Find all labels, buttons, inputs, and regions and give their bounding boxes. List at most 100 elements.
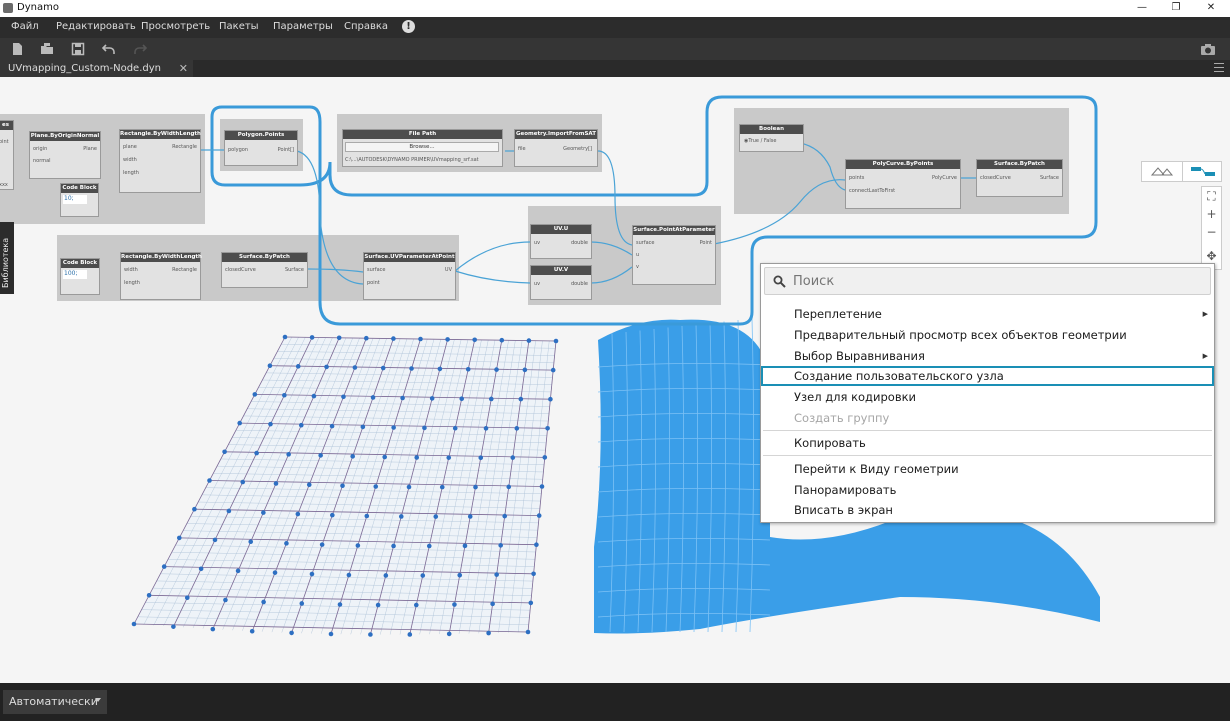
node-rectangle-by-width-length-1[interactable]: Rectangle.ByWidthLength plane width leng…	[119, 129, 201, 193]
node-geometry-import-from-sat[interactable]: Geometry.ImportFromSAT file Geometry[]	[514, 129, 598, 167]
port-rectangle-out[interactable]: Rectangle	[172, 144, 197, 150]
node-file-path[interactable]: File Path Browse... C:\...\AUTODESK\DYNA…	[342, 129, 503, 167]
port-polycurve-out[interactable]: PolyCurve	[932, 175, 957, 181]
library-side-tab[interactable]: Библиотека	[0, 222, 14, 294]
port-width[interactable]: width	[123, 157, 137, 163]
node-boolean[interactable]: Boolean ◉True / False	[739, 124, 804, 152]
port-closed-curve[interactable]: closedCurve	[225, 267, 256, 273]
node-code-block-1[interactable]: Code Block 10;	[60, 183, 99, 217]
radio-true[interactable]: ◉True / False	[744, 138, 776, 144]
context-search-box[interactable]	[764, 267, 1211, 295]
browse-button[interactable]: Browse...	[345, 142, 499, 152]
node-rectangle-by-width-length-2[interactable]: Rectangle.ByWidthLength width length Rec…	[120, 252, 202, 300]
port-points[interactable]: points	[849, 175, 864, 181]
option-true-label: True	[748, 138, 759, 144]
port-width[interactable]: width	[124, 267, 138, 273]
menu-view[interactable]: Просмотреть	[141, 21, 210, 32]
node-uv-v[interactable]: UV.V uv double	[530, 265, 592, 300]
tabs-menu-icon[interactable]	[1214, 63, 1224, 72]
port-length[interactable]: length	[124, 280, 140, 286]
port-surface-out[interactable]: Surface	[285, 267, 304, 273]
status-bar: Автоматически	[0, 683, 1230, 721]
menu-help[interactable]: Справка	[344, 21, 388, 32]
redo-icon[interactable]	[133, 42, 147, 56]
port-uv[interactable]: uv	[534, 281, 540, 287]
tab-bar: UVmapping_Custom-Node.dyn ✕	[0, 60, 1230, 77]
menu-item-lacing[interactable]: Переплетение ▶	[761, 304, 1214, 324]
node-plane-by-origin-normal[interactable]: Plane.ByOriginNormal origin normal Plane	[29, 131, 101, 179]
zoom-out-icon[interactable]: −	[1202, 225, 1221, 239]
node-code-block-2[interactable]: Code Block 100;	[60, 258, 100, 295]
minimize-button[interactable]: —	[1127, 0, 1157, 17]
port-length[interactable]: length	[123, 170, 139, 176]
node-uv-u[interactable]: UV.U uv double	[530, 224, 592, 259]
port-points-out[interactable]: Point[]	[278, 147, 294, 153]
undo-icon[interactable]	[102, 42, 116, 56]
menu-packages[interactable]: Пакеты	[219, 21, 259, 32]
toolbar	[0, 38, 1230, 60]
port-point[interactable]: point	[367, 280, 380, 286]
menu-bar: Файл Редактировать Просмотреть Пакеты Па…	[0, 17, 1230, 38]
node-surface-by-patch-1[interactable]: Surface.ByPatch closedCurve Surface	[221, 252, 308, 288]
menu-item-node-to-code[interactable]: Узел для кодировки	[761, 387, 1214, 407]
menu-item-preview-all[interactable]: Предварительный просмотр всех объектов г…	[761, 325, 1214, 345]
node-polygon-points[interactable]: Polygon.Points polygon Point[]	[224, 130, 298, 166]
restore-button[interactable]: ❐	[1161, 0, 1191, 17]
port-point-out[interactable]: Point	[700, 240, 712, 246]
node-title: UV.V	[531, 266, 591, 275]
port-uv[interactable]: uv	[534, 240, 540, 246]
port-uv-out[interactable]: UV	[445, 267, 452, 273]
tab-workspace[interactable]: UVmapping_Custom-Node.dyn ✕	[0, 60, 193, 77]
open-file-icon[interactable]	[40, 42, 54, 56]
info-icon[interactable]: !	[402, 20, 415, 33]
search-input[interactable]	[793, 272, 1203, 290]
pan-icon[interactable]: ✥	[1202, 249, 1221, 263]
fit-view-icon[interactable]: ⛶	[1202, 189, 1221, 204]
menu-settings[interactable]: Параметры	[273, 21, 333, 32]
menu-item-fit-to-screen[interactable]: Вписать в экран	[761, 500, 1214, 520]
geometry-view-icon[interactable]	[1142, 162, 1182, 181]
menu-edit[interactable]: Редактировать	[56, 21, 136, 32]
menu-item-create-group: Создать группу	[761, 408, 1214, 428]
camera-icon[interactable]	[1200, 42, 1216, 56]
port-v[interactable]: v	[636, 264, 639, 270]
run-mode-dropdown[interactable]: Автоматически	[3, 690, 107, 714]
port-file[interactable]: file	[518, 146, 526, 152]
port-double-out[interactable]: double	[571, 240, 588, 246]
port-surface-out[interactable]: Surface	[1040, 175, 1059, 181]
code-block-input[interactable]: 100;	[63, 270, 87, 279]
port-closed-curve[interactable]: closedCurve	[980, 175, 1011, 181]
graph-canvas[interactable]: es oint xxx Plane.ByOriginNormal origin …	[0, 77, 1230, 683]
menu-item-copy[interactable]: Копировать	[761, 433, 1214, 453]
save-icon[interactable]	[71, 42, 85, 56]
view-toggle[interactable]	[1141, 161, 1222, 182]
menu-item-pan[interactable]: Панорамировать	[761, 480, 1214, 500]
port-geometry-out[interactable]: Geometry[]	[563, 146, 592, 152]
node-polycurve-by-points[interactable]: PolyCurve.ByPoints points connectLastToF…	[845, 159, 961, 209]
port-connect-last-to-first[interactable]: connectLastToFirst	[849, 188, 895, 194]
port-surface[interactable]: surface	[636, 240, 654, 246]
menu-item-switch-to-geometry-view[interactable]: Перейти к Виду геометрии	[761, 459, 1214, 479]
menu-item-create-custom-node[interactable]: Создание пользовательского узла	[761, 366, 1214, 386]
port-double-out[interactable]: double	[571, 281, 588, 287]
port-normal[interactable]: normal	[33, 158, 51, 164]
zoom-in-icon[interactable]: +	[1202, 207, 1221, 221]
node-surface-by-patch-2[interactable]: Surface.ByPatch closedCurve Surface	[976, 159, 1063, 197]
code-block-input[interactable]: 10;	[63, 195, 87, 204]
port-plane-out[interactable]: Plane	[83, 146, 97, 152]
node-surface-uv-parameter-at-point[interactable]: Surface.UVParameterAtPoint surface point…	[363, 252, 456, 300]
port-u[interactable]: u	[636, 252, 639, 258]
port-origin[interactable]: origin	[33, 146, 47, 152]
port-polygon[interactable]: polygon	[228, 147, 248, 153]
menu-item-align-selection[interactable]: Выбор Выравнивания ▶	[761, 346, 1214, 366]
new-file-icon[interactable]	[10, 42, 24, 56]
node-surface-point-at-parameter[interactable]: Surface.PointAtParameter surface u v Poi…	[632, 225, 716, 285]
port-plane[interactable]: plane	[123, 144, 137, 150]
close-window-button[interactable]: ✕	[1196, 0, 1226, 17]
graph-view-icon[interactable]	[1182, 162, 1221, 181]
port-rectangle-out[interactable]: Rectangle	[172, 267, 197, 273]
close-tab-icon[interactable]: ✕	[179, 62, 188, 75]
menu-file[interactable]: Файл	[11, 21, 39, 32]
port-surface[interactable]: surface	[367, 267, 385, 273]
node-partial-left[interactable]: es oint xxx	[0, 120, 14, 190]
